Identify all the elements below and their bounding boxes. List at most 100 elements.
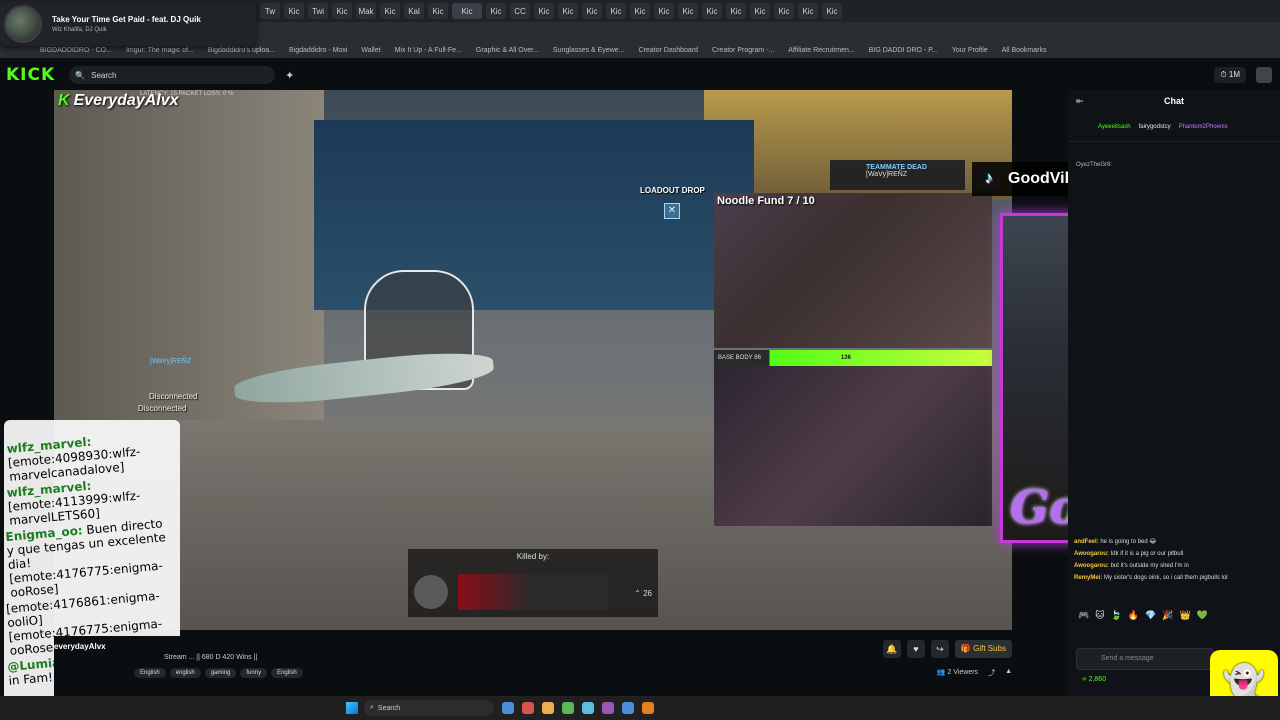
media-toast[interactable]: Take Your Time Get Paid - feat. DJ Quik … [0,2,256,46]
browser-tab[interactable]: Kic [380,3,400,19]
bookmark-item[interactable]: Wallet [361,47,380,54]
browser-tab[interactable]: CC [510,3,530,19]
bookmark-item[interactable]: All Bookmarks [1002,47,1047,54]
gifter-name[interactable]: fairygodstcy [1139,124,1171,130]
share-icon[interactable]: ↪ [930,640,949,658]
top-gifters: Ayeeeitsash fairygodstcy Phantom2Phoenix [1068,112,1280,142]
browser-tab[interactable]: Kic [558,3,578,19]
taskbar-app-icon[interactable] [642,702,654,714]
bookmark-item[interactable]: Affiliate Recruitmen... [788,47,854,54]
bookmark-item[interactable]: Sunglasses & Eyewe... [553,47,625,54]
noodle-fund-goal: Noodle Fund 7 / 10 [717,195,815,207]
stream-tag[interactable]: english [169,668,201,678]
channel-points[interactable]: ⟡ 2,860 [1082,676,1106,684]
browser-tab[interactable]: Kic [654,3,674,19]
bookmark-item[interactable]: Graphic & All Over... [476,47,539,54]
browser-tab[interactable]: Kic [428,3,448,19]
taskbar-app-icon[interactable] [542,702,554,714]
disconnected-label: Disconnected [138,404,187,413]
stream-actions: 🔔 ♥ ↪ 🎁 Gift Subs [882,640,1012,658]
chat-username[interactable]: RemyMei: [1074,575,1102,581]
media-title: Take Your Time Get Paid - feat. DJ Quik [52,15,201,24]
chat-username[interactable]: andFeel: [1074,539,1099,545]
bookmark-item[interactable]: Bigdaddidro - Moxi [289,47,347,54]
bookmark-item[interactable]: Creator Program -... [712,47,774,54]
browser-tab[interactable]: Kic [486,3,506,19]
browser-tab[interactable]: Kic [726,3,746,19]
emote-icon[interactable]: 🍃 [1111,610,1122,621]
browser-tab[interactable]: Kic [750,3,770,19]
browser-tab[interactable]: Kic [822,3,842,19]
emote-icon[interactable]: 👑 [1179,610,1190,621]
bookmark-item[interactable]: Your Profile [952,47,988,54]
kick-logo[interactable]: KICK [6,65,55,85]
search-input[interactable]: 🔍 Search [69,66,276,84]
browser-tab[interactable]: Kic [630,3,650,19]
loadout-drop-label: LOADOUT DROP [640,186,705,195]
stream-tag[interactable]: funny [240,668,268,678]
gift-subs-button[interactable]: 🎁 Gift Subs [954,640,1012,658]
browser-tab[interactable]: Kic [582,3,602,19]
emote-icon[interactable]: 🎉 [1162,610,1173,621]
collapse-chat-icon[interactable]: ⇤ [1076,96,1084,107]
emote-icon[interactable]: 🐱 [1095,610,1104,621]
browser-tab[interactable]: Twi [308,3,328,19]
killer-banner [458,574,608,610]
stream-tag[interactable]: gaming [204,668,237,678]
overlay-chat-line: Enigma_oo: Buen directo y que tengas un … [5,515,178,599]
chat-message: Awoogarou: but it's outside my shed I'm … [1074,560,1278,572]
taskbar-search[interactable]: ⌕ Search [364,700,494,716]
windows-taskbar: ⌕ Search [0,696,1280,720]
report-icon[interactable]: ▲ [1005,668,1012,678]
browser-tab[interactable]: Kic [606,3,626,19]
browser-tab[interactable]: Kic [678,3,698,19]
chat-username[interactable]: Awoogarou: [1074,551,1109,557]
browser-tab[interactable]: Kal [404,3,424,19]
emote-icon[interactable]: 🎮 [1078,610,1089,621]
notification-bell-icon[interactable]: 🔔 [882,640,901,658]
taskbar-app-icon[interactable] [562,702,574,714]
share-icon[interactable]: ⤴ [988,668,995,678]
chat-username[interactable]: Awoogarou: [1074,563,1109,569]
taskbar-app-icon[interactable] [502,702,514,714]
bookmark-item[interactable]: BIG DADDI DRO - P... [869,47,938,54]
bookmark-item[interactable]: Mix It Up - A Full-Fe... [395,47,462,54]
browser-tab[interactable]: Kic [534,3,554,19]
gifter-name[interactable]: Phantom2Phoenix [1179,124,1228,130]
account-avatar[interactable] [1256,67,1272,83]
bookmark-item[interactable]: Imgur: The magic of... [126,47,194,54]
chat-message: andFeel: he is going to bed 😂 [1074,536,1278,548]
browser-tab[interactable]: Mak [356,3,376,19]
taskbar-app-icon[interactable] [582,702,594,714]
stream-tag[interactable]: English [271,668,303,678]
teammate-dead-notice: TEAMMATE DEAD [WaVy]REÑZ [830,160,965,190]
chat-input[interactable]: Send a message [1076,648,1214,670]
stream-tag[interactable]: English [134,668,166,678]
browser-tab[interactable]: Kic [702,3,722,19]
channel-name[interactable]: everydayAlvx [54,642,106,651]
emote-icon[interactable]: 💚 [1197,610,1208,621]
bookmark-item[interactable]: BIGDADDIDRO - CO... [40,47,112,54]
emote-icon[interactable]: 🔥 [1128,610,1139,621]
streamer-overlay-name: K EverydayAlvx [58,92,179,109]
follow-heart-icon[interactable]: ♥ [906,640,925,658]
chat-username[interactable]: OyezTheGr8: [1076,162,1112,168]
sparkle-icon[interactable]: ✦ [285,69,294,82]
browser-tab[interactable]: Kic [798,3,818,19]
browser-tab[interactable]: Kic [774,3,794,19]
progress-bar: BASE BODY 86 136 [714,350,992,366]
browser-tab[interactable]: Kic [284,3,304,19]
bookmark-item[interactable]: Bigdaddidro's uploa... [208,47,275,54]
taskbar-app-icon[interactable] [602,702,614,714]
search-icon: ⌕ [370,704,374,711]
bookmark-item[interactable]: Creator Dashboard [639,47,699,54]
browser-tab[interactable]: Kic [332,3,352,19]
browser-tab[interactable]: Kic [452,3,482,19]
windows-start-icon[interactable] [346,702,358,714]
taskbar-app-icon[interactable] [522,702,534,714]
taskbar-app-icon[interactable] [622,702,634,714]
gifter-name[interactable]: Ayeeeitsash [1098,124,1131,130]
killfeed: [WaVy]REÑZ [150,358,192,365]
emote-icon[interactable]: 💎 [1145,610,1156,621]
browser-tab[interactable]: Tw [260,3,280,19]
